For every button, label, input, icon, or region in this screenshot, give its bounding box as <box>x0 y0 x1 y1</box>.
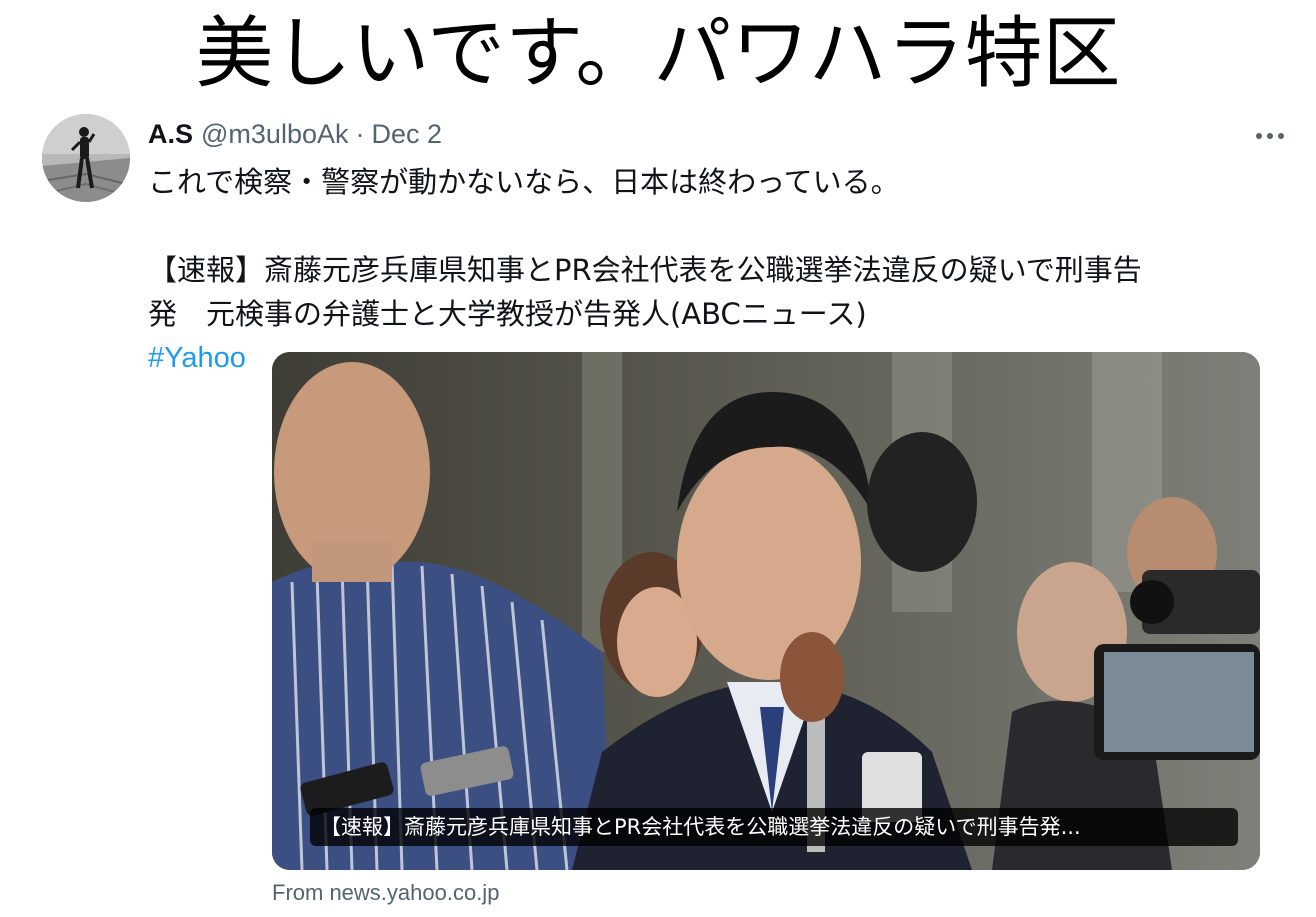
card-source[interactable]: From news.yahoo.co.jp <box>272 876 499 910</box>
headline: 美しいです。パワハラ特区 <box>195 9 1121 99</box>
avatar[interactable] <box>42 114 130 202</box>
more-horizontal-icon[interactable] <box>1252 122 1288 146</box>
tweet-date[interactable]: Dec 2 <box>372 114 443 154</box>
separator-dot: · <box>355 119 365 149</box>
tweet-text-line-2: 【速報】斎藤元彦兵庫県知事とPR会社代表を公職選挙法違反の疑いで刑事告 <box>148 253 1142 287</box>
avatar-photo <box>42 114 130 202</box>
card-caption: 【速報】斎藤元彦兵庫県知事とPR会社代表を公職選挙法違反の疑いで刑事告発... <box>310 808 1238 846</box>
user-handle[interactable]: @m3ulboAk <box>201 114 348 154</box>
news-photo <box>272 352 1260 870</box>
tweet-header: A.S @m3ulboAk · Dec 2 <box>148 114 442 154</box>
tweet-text-line-3: 発 元検事の弁護士と大学教授が告発人(ABCニュース) <box>148 297 867 331</box>
link-card[interactable]: 【速報】斎藤元彦兵庫県知事とPR会社代表を公職選挙法違反の疑いで刑事告発... <box>272 352 1260 870</box>
display-name[interactable]: A.S <box>148 114 193 154</box>
hashtag-link[interactable]: #Yahoo <box>148 336 256 380</box>
tweet-text-line-1: これで検察・警察が動かないなら、日本は終わっている。 <box>148 165 900 199</box>
